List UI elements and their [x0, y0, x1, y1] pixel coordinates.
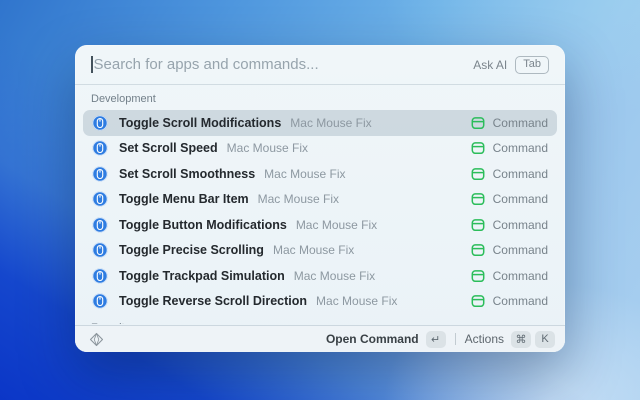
text-caret	[91, 56, 93, 73]
command-window-icon	[471, 218, 485, 232]
ask-ai-label[interactable]: Ask AI	[473, 58, 507, 72]
command-row[interactable]: Toggle Scroll Modifications Mac Mouse Fi…	[83, 110, 557, 136]
command-type-label: Command	[493, 167, 548, 181]
command-subtitle: Mac Mouse Fix	[296, 218, 377, 232]
section-header-favorites: Favorites	[83, 318, 557, 324]
command-title: Set Scroll Speed	[119, 141, 218, 155]
command-type-label: Command	[493, 192, 548, 206]
command-subtitle: Mac Mouse Fix	[227, 141, 308, 155]
command-list: Development Toggle Scroll Modifications …	[75, 85, 565, 324]
search-input[interactable]	[94, 56, 474, 73]
command-row[interactable]: Toggle Menu Bar Item Mac Mouse Fix Comma…	[83, 187, 557, 213]
tab-keycap: Tab	[515, 56, 549, 74]
mouse-icon	[92, 115, 108, 131]
command-type-label: Command	[493, 269, 548, 283]
search-bar: Ask AI Tab	[75, 45, 565, 85]
command-subtitle: Mac Mouse Fix	[294, 269, 375, 283]
mouse-icon	[92, 140, 108, 156]
mouse-icon	[92, 293, 108, 309]
section-header-development: Development	[83, 89, 557, 110]
command-window-icon	[471, 141, 485, 155]
command-row[interactable]: Toggle Button Modifications Mac Mouse Fi…	[83, 212, 557, 238]
gem-diamond-icon	[89, 332, 104, 347]
mouse-icon	[92, 191, 108, 207]
command-window-icon	[471, 294, 485, 308]
command-title: Set Scroll Smoothness	[119, 167, 255, 181]
command-type-label: Command	[493, 294, 548, 308]
command-window-icon	[471, 269, 485, 283]
command-type-label: Command	[493, 218, 548, 232]
command-subtitle: Mac Mouse Fix	[290, 116, 371, 130]
command-window-icon	[471, 243, 485, 257]
command-row[interactable]: Set Scroll Speed Mac Mouse Fix Command	[83, 136, 557, 162]
command-type-label: Command	[493, 141, 548, 155]
command-title: Toggle Menu Bar Item	[119, 192, 249, 206]
command-row[interactable]: Set Scroll Smoothness Mac Mouse Fix Comm…	[83, 161, 557, 187]
command-subtitle: Mac Mouse Fix	[258, 192, 339, 206]
command-title: Toggle Button Modifications	[119, 218, 287, 232]
footer-bar: Open Command ↵ Actions ⌘ K	[75, 325, 565, 352]
actions-button[interactable]: Actions	[465, 332, 504, 346]
command-title: Toggle Scroll Modifications	[119, 116, 281, 130]
mouse-icon	[92, 217, 108, 233]
command-type-label: Command	[493, 116, 548, 130]
command-row[interactable]: Toggle Trackpad Simulation Mac Mouse Fix…	[83, 263, 557, 289]
command-title: Toggle Trackpad Simulation	[119, 269, 285, 283]
open-command-button[interactable]: Open Command	[326, 332, 419, 346]
command-subtitle: Mac Mouse Fix	[316, 294, 397, 308]
k-keycap: K	[535, 331, 555, 348]
command-row[interactable]: Toggle Precise Scrolling Mac Mouse Fix C…	[83, 238, 557, 264]
footer-divider	[455, 333, 456, 345]
enter-keycap: ↵	[426, 331, 446, 348]
command-title: Toggle Reverse Scroll Direction	[119, 294, 307, 308]
launcher-window: Ask AI Tab Development Toggle Scroll Mod…	[75, 45, 565, 352]
command-subtitle: Mac Mouse Fix	[264, 167, 345, 181]
mouse-icon	[92, 166, 108, 182]
command-keycap: ⌘	[511, 331, 531, 348]
command-window-icon	[471, 192, 485, 206]
mouse-icon	[92, 242, 108, 258]
command-window-icon	[471, 116, 485, 130]
command-type-label: Command	[493, 243, 548, 257]
command-window-icon	[471, 167, 485, 181]
command-row[interactable]: Toggle Reverse Scroll Direction Mac Mous…	[83, 289, 557, 315]
development-rows: Toggle Scroll Modifications Mac Mouse Fi…	[83, 110, 557, 314]
command-title: Toggle Precise Scrolling	[119, 243, 264, 257]
command-subtitle: Mac Mouse Fix	[273, 243, 354, 257]
mouse-icon	[92, 268, 108, 284]
